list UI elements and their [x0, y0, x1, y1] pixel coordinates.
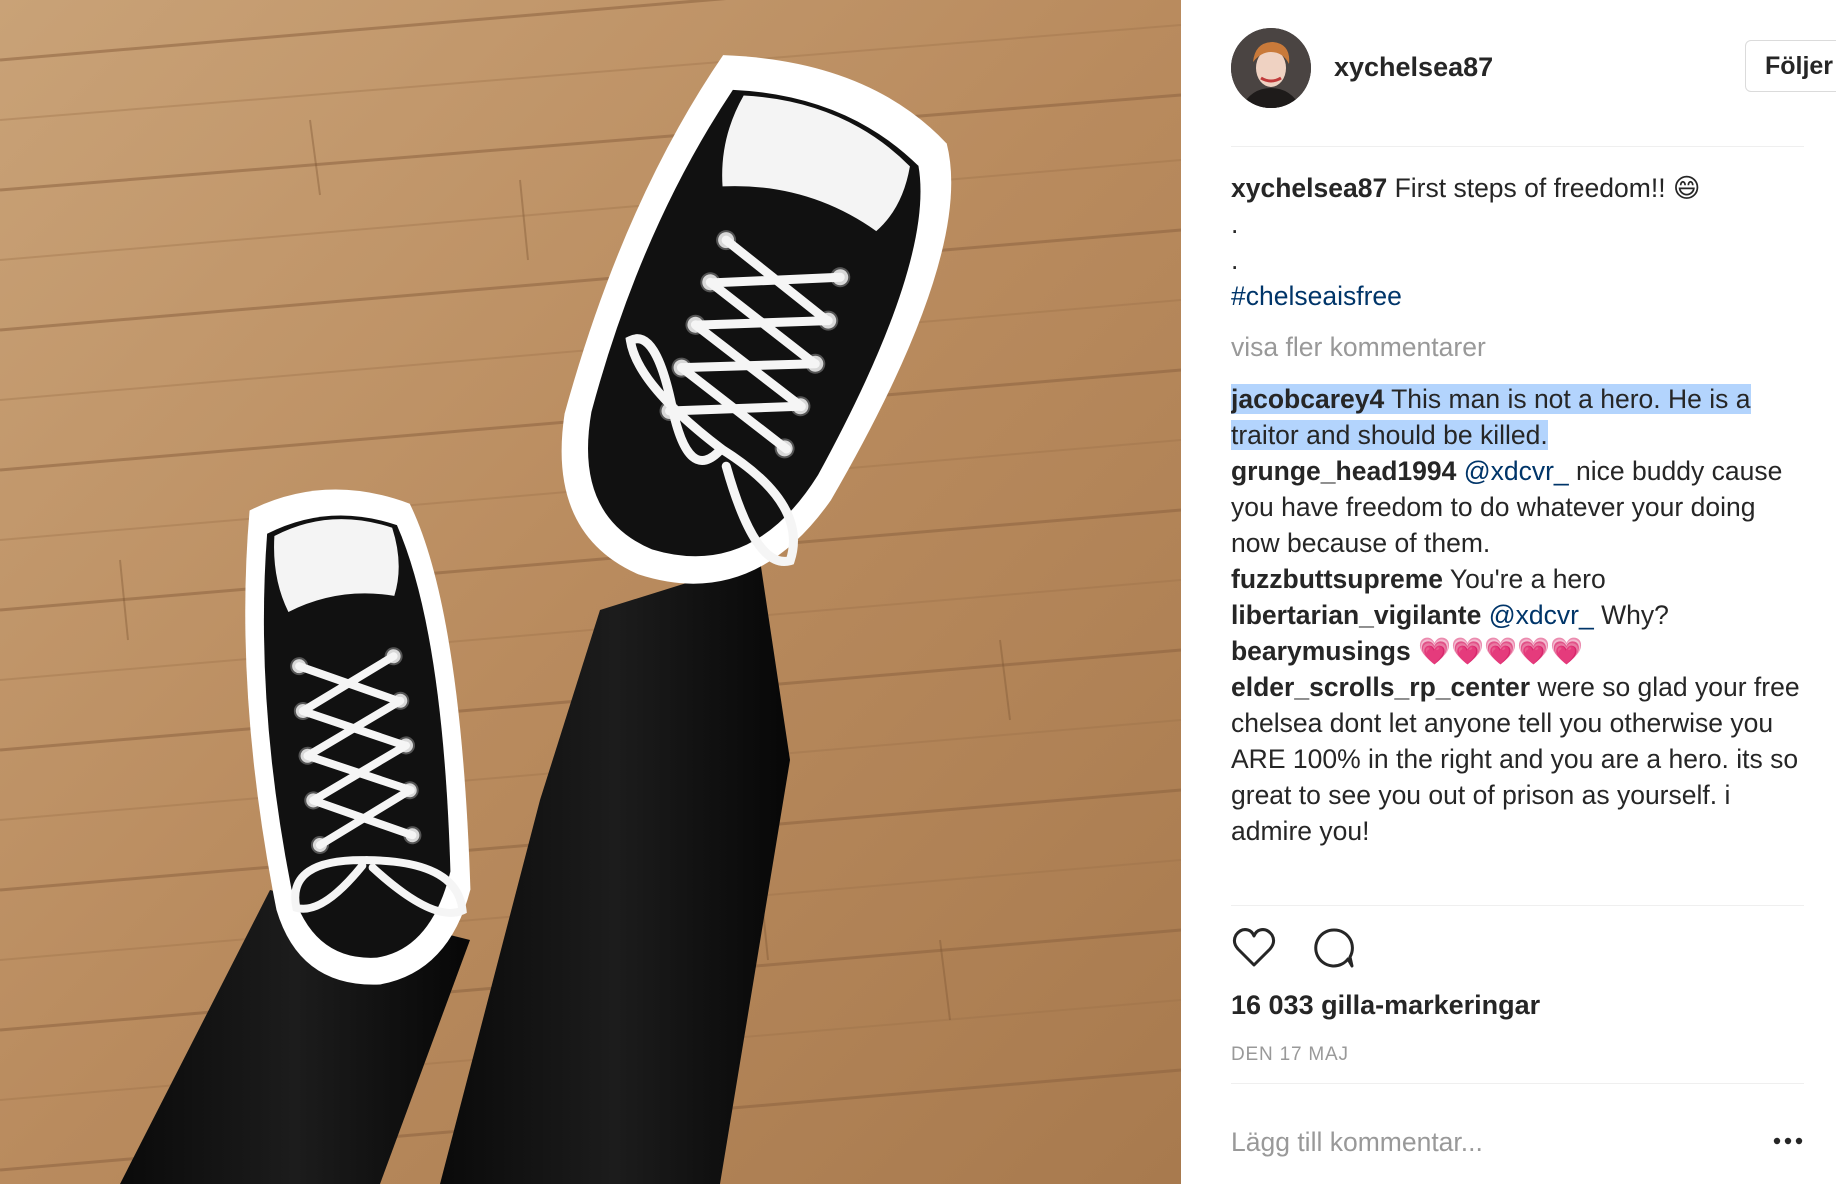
comment-username[interactable]: jacobcarey4 — [1231, 384, 1384, 414]
caption-username[interactable]: xychelsea87 — [1231, 173, 1387, 203]
ellipsis-icon[interactable] — [1771, 1126, 1805, 1156]
comment: grunge_head1994 @xdcvr_ nice buddy cause… — [1231, 453, 1804, 561]
caption: xychelsea87 First steps of freedom!! 😄 — [1231, 170, 1804, 206]
comment: bearymusings 💗💗💗💗💗 — [1231, 633, 1804, 669]
likes-count[interactable]: 16 033 gilla-markeringar — [1231, 990, 1540, 1021]
comments-divider — [1231, 905, 1804, 906]
comment-username[interactable]: fuzzbuttsupreme — [1231, 564, 1443, 594]
caption-dot: . — [1231, 209, 1239, 239]
comment-mention[interactable]: @xdcvr_ — [1489, 600, 1594, 630]
footer-divider — [1231, 1083, 1804, 1084]
comment-username[interactable]: libertarian_vigilante — [1231, 600, 1481, 630]
sneakers-photo — [0, 0, 1181, 1184]
comment-username[interactable]: grunge_head1994 — [1231, 456, 1456, 486]
add-comment-input[interactable] — [1231, 1122, 1751, 1162]
comment: libertarian_vigilante @xdcvr_ Why? — [1231, 597, 1804, 633]
caption-dot: . — [1231, 245, 1239, 275]
comment-text: Why? — [1601, 600, 1669, 630]
comment-text: You're a hero — [1449, 564, 1606, 594]
post-side-panel: xychelsea87 Följer xychelsea87 First ste… — [1181, 0, 1836, 1184]
comment-username[interactable]: bearymusings — [1231, 636, 1411, 666]
author-avatar[interactable] — [1231, 28, 1311, 108]
load-more-comments-link[interactable]: visa fler kommentarer — [1231, 329, 1804, 365]
following-button[interactable]: Följer — [1745, 40, 1836, 92]
post-date[interactable]: DEN 17 MAJ — [1231, 1044, 1349, 1066]
heart-icon[interactable] — [1231, 925, 1277, 971]
speech-bubble-icon[interactable] — [1311, 925, 1357, 971]
author-username[interactable]: xychelsea87 — [1334, 52, 1493, 83]
comment-text: 💗💗💗💗💗 — [1418, 636, 1584, 666]
comment-username[interactable]: elder_scrolls_rp_center — [1231, 672, 1530, 702]
post-photo[interactable] — [0, 0, 1181, 1184]
portrait-image — [1231, 28, 1311, 108]
post-header: xychelsea87 Följer — [1231, 28, 1836, 108]
action-bar — [1231, 925, 1431, 971]
hashtag-link[interactable]: #chelseaisfree — [1231, 281, 1402, 311]
comment: jacobcarey4 This man is not a hero. He i… — [1231, 381, 1804, 453]
comment: fuzzbuttsupreme You're a hero — [1231, 561, 1804, 597]
comment: elder_scrolls_rp_center were so glad you… — [1231, 669, 1804, 849]
header-divider — [1231, 146, 1804, 147]
comments-list[interactable]: xychelsea87 First steps of freedom!! 😄 .… — [1231, 170, 1804, 904]
comment-mention[interactable]: @xdcvr_ — [1464, 456, 1569, 486]
caption-text: First steps of freedom!! 😄 — [1394, 173, 1701, 203]
